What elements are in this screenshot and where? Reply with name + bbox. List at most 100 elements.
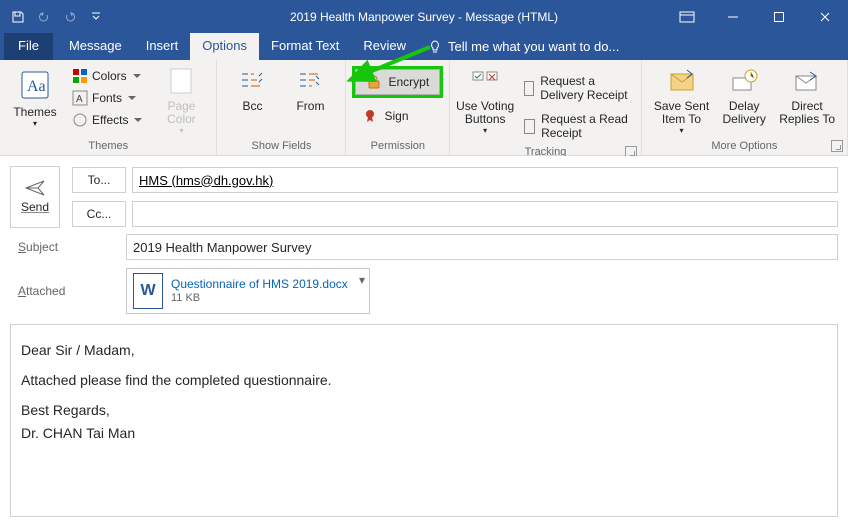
themes-button[interactable]: Aa Themes ▾ (6, 64, 64, 131)
ribbon: Aa Themes ▾ Colors A Fonts (0, 60, 848, 156)
attached-label: Attached (10, 284, 120, 298)
ribbon-tabs: File Message Insert Options Format Text … (0, 33, 848, 60)
chevron-down-icon (128, 96, 136, 100)
body-line: Dear Sir / Madam, (21, 339, 827, 363)
encrypt-label: Encrypt (388, 75, 429, 89)
checkbox-icon (524, 81, 534, 96)
body-line: Dr. CHAN Tai Man (21, 422, 827, 446)
voting-icon (469, 66, 501, 98)
message-body[interactable]: Dear Sir / Madam, Attached please find t… (10, 324, 838, 517)
chevron-down-icon (133, 74, 141, 78)
tab-format-text[interactable]: Format Text (259, 32, 351, 60)
delay-delivery-button[interactable]: Delay Delivery (715, 64, 773, 128)
ribbon-seal-icon (362, 108, 378, 124)
group-show-fields: Bcc From Show Fields (217, 60, 346, 155)
bulb-icon (428, 40, 442, 54)
fonts-label: Fonts (92, 91, 122, 105)
direct-replies-to-button[interactable]: Direct Replies To (773, 64, 841, 128)
chevron-down-icon (134, 118, 142, 122)
minimize-button[interactable] (710, 0, 756, 33)
attachment-size: 11 KB (171, 292, 348, 305)
direct-replies-icon (791, 66, 823, 98)
send-button[interactable]: Send (10, 166, 60, 228)
chevron-down-icon[interactable]: ▾ (359, 273, 365, 287)
fonts-button[interactable]: A Fonts (66, 88, 148, 108)
page-color-button[interactable]: Page Color ▾ (152, 64, 210, 138)
page-color-label: Page Color (167, 100, 196, 126)
lock-icon (366, 74, 382, 90)
voting-label: Use Voting Buttons (456, 100, 514, 126)
word-doc-icon: W (133, 273, 163, 309)
send-label: Send (21, 200, 49, 214)
tell-me-label: Tell me what you want to do... (448, 39, 619, 54)
redo-icon[interactable] (58, 5, 82, 29)
subject-attachment-section: Subject 2019 Health Manpower Survey Atta… (0, 234, 848, 320)
bcc-button[interactable]: Bcc (223, 64, 281, 115)
save-icon[interactable] (6, 5, 30, 29)
group-tracking: Use Voting Buttons ▾ Request a Delivery … (450, 60, 642, 155)
bcc-label: Bcc (242, 100, 262, 113)
tab-options[interactable]: Options (190, 32, 259, 60)
svg-text:Aa: Aa (27, 78, 46, 95)
quick-access-toolbar (0, 0, 114, 33)
checkbox-icon (524, 119, 535, 134)
maximize-button[interactable] (756, 0, 802, 33)
group-themes: Aa Themes ▾ Colors A Fonts (0, 60, 217, 155)
close-button[interactable] (802, 0, 848, 33)
encrypt-highlight: Encrypt (352, 66, 443, 98)
page-color-icon (165, 66, 197, 98)
qat-customize-icon[interactable] (84, 5, 108, 29)
svg-text:A: A (76, 94, 83, 105)
voting-buttons[interactable]: Use Voting Buttons ▾ (456, 64, 514, 138)
chevron-down-icon: ▾ (33, 120, 37, 129)
sign-label: Sign (384, 109, 408, 123)
effects-button[interactable]: Effects (66, 110, 148, 130)
dialog-launcher-icon[interactable] (831, 140, 843, 152)
subject-field[interactable]: 2019 Health Manpower Survey (126, 234, 838, 260)
to-field[interactable]: HMS (hms@dh.gov.hk) (132, 167, 838, 193)
body-line: Best Regards, (21, 399, 827, 423)
effects-icon (72, 112, 88, 128)
group-label-permission: Permission (346, 138, 449, 155)
outlook-compose-window: 2019 Health Manpower Survey - Message (H… (0, 0, 848, 527)
from-button[interactable]: From (281, 64, 339, 115)
body-line: Attached please find the completed quest… (21, 369, 827, 393)
tell-me-search[interactable]: Tell me what you want to do... (418, 33, 629, 60)
group-more-options: Save Sent Item To ▾ Delay Delivery Direc… (642, 60, 848, 155)
request-delivery-receipt[interactable]: Request a Delivery Receipt (520, 70, 635, 106)
colors-button[interactable]: Colors (66, 66, 148, 86)
group-label-more-options: More Options (642, 138, 847, 155)
sign-button[interactable]: Sign (352, 104, 443, 128)
tab-file[interactable]: File (4, 32, 53, 60)
tab-review[interactable]: Review (351, 32, 418, 60)
subject-value: 2019 Health Manpower Survey (133, 240, 312, 255)
undo-icon[interactable] (32, 5, 56, 29)
delay-delivery-icon (728, 66, 760, 98)
from-icon (294, 66, 326, 98)
request-read-receipt[interactable]: Request a Read Receipt (520, 108, 635, 144)
bcc-icon (236, 66, 268, 98)
read-receipt-label: Request a Read Receipt (541, 112, 631, 140)
chevron-down-icon: ▾ (483, 127, 487, 136)
message-header: Send To... HMS (hms@dh.gov.hk) Cc... (0, 156, 848, 234)
themes-label: Themes (13, 106, 56, 119)
cc-field[interactable] (132, 201, 838, 227)
tab-message[interactable]: Message (57, 32, 134, 60)
cc-button[interactable]: Cc... (72, 201, 126, 227)
delivery-receipt-label: Request a Delivery Receipt (540, 74, 631, 102)
tab-insert[interactable]: Insert (134, 32, 191, 60)
save-sent-item-to-button[interactable]: Save Sent Item To ▾ (648, 64, 715, 138)
attachment-item[interactable]: W Questionnaire of HMS 2019.docx 11 KB ▾ (126, 268, 370, 314)
send-icon (25, 180, 45, 196)
effects-label: Effects (92, 113, 128, 127)
colors-icon (72, 68, 88, 84)
encrypt-button[interactable]: Encrypt (355, 69, 440, 95)
direct-replies-label: Direct Replies To (779, 100, 835, 126)
themes-icon: Aa (18, 66, 52, 104)
save-sent-label: Save Sent Item To (654, 100, 709, 126)
to-button[interactable]: To... (72, 167, 126, 193)
ribbon-display-options-icon[interactable] (664, 0, 710, 33)
chevron-down-icon: ▾ (679, 127, 683, 136)
fonts-icon: A (72, 90, 88, 106)
subject-label: Subject (10, 240, 120, 254)
